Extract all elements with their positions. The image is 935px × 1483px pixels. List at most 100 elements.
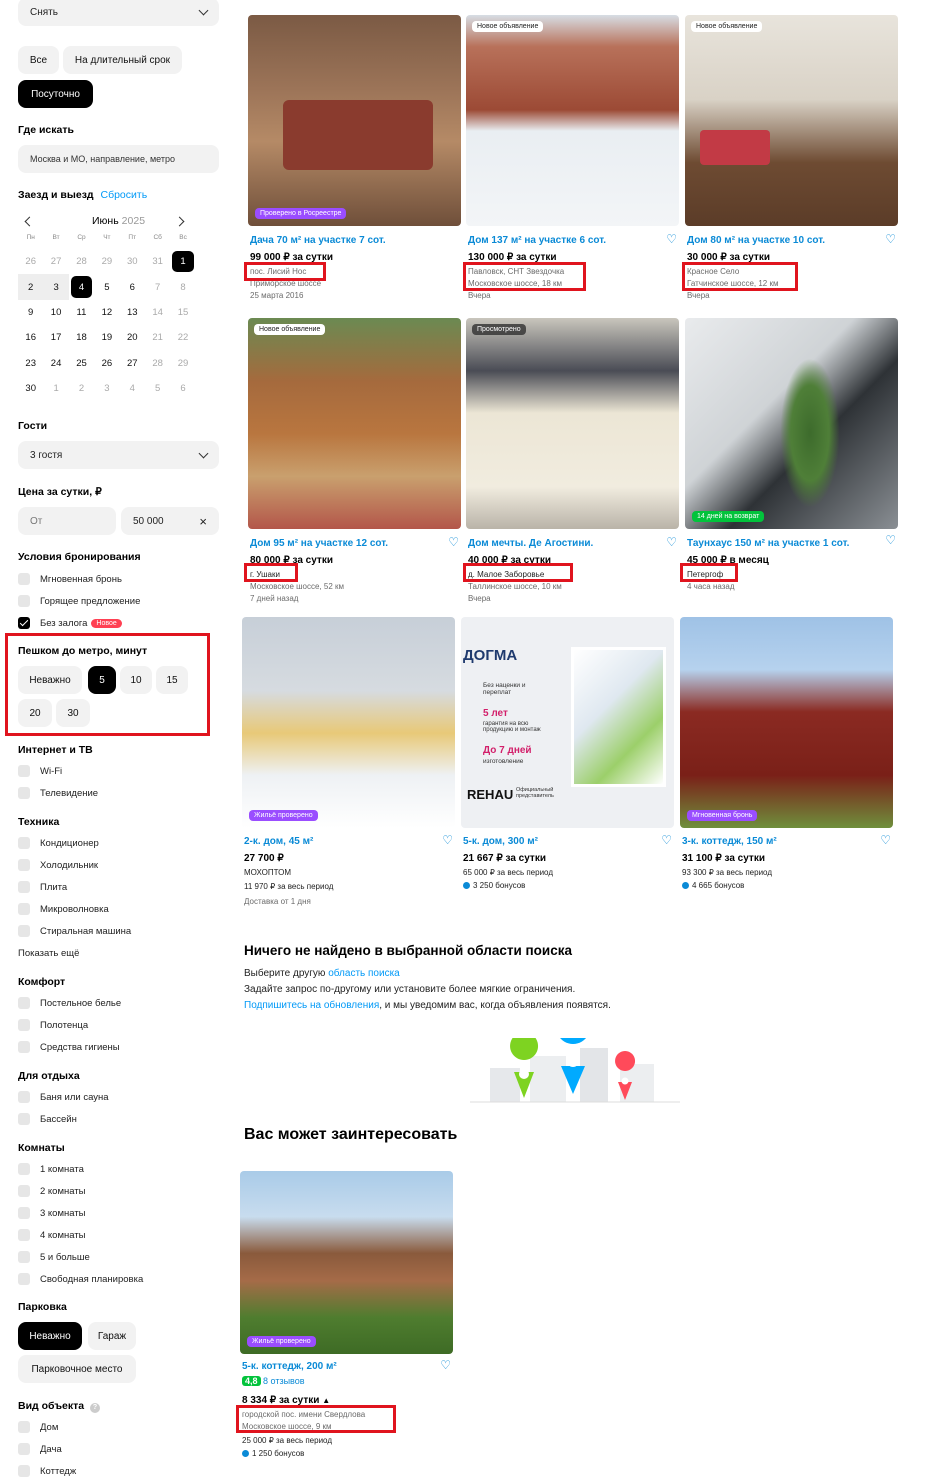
metro-option-30[interactable]: 30 xyxy=(56,699,90,727)
tech-checkbox[interactable]: Холодильник xyxy=(18,858,98,872)
search-area-link[interactable]: область поиска xyxy=(328,968,400,979)
object-checkbox[interactable]: Дом xyxy=(18,1420,58,1434)
calendar-day[interactable]: 13 xyxy=(120,300,145,325)
calendar-day[interactable]: 14 xyxy=(145,300,170,325)
calendar-day[interactable]: 31 xyxy=(145,249,170,274)
calendar-day[interactable]: 17 xyxy=(43,325,68,350)
calendar-day[interactable]: 30 xyxy=(120,249,145,274)
metro-option-20[interactable]: 20 xyxy=(18,699,52,727)
heart-icon[interactable]: ♡ xyxy=(666,535,677,549)
calendar-day[interactable]: 4 xyxy=(120,376,145,401)
booking-instant-checkbox[interactable]: Мгновенная бронь xyxy=(18,572,122,586)
checkbox[interactable] xyxy=(18,1091,30,1103)
calendar-day[interactable]: 3 xyxy=(43,274,69,300)
calendar-day[interactable]: 4 xyxy=(70,276,93,298)
booking-no-deposit-checkbox[interactable]: Без залога Новое xyxy=(18,616,122,630)
calendar-day[interactable]: 19 xyxy=(94,325,119,350)
rooms-checkbox[interactable]: 1 комната xyxy=(18,1162,84,1176)
listing-photo[interactable]: Мгновенная бронь xyxy=(680,617,893,828)
calendar-day[interactable]: 9 xyxy=(18,300,43,325)
calendar-day[interactable]: 22 xyxy=(170,325,195,350)
checkbox[interactable] xyxy=(18,787,30,799)
calendar-day[interactable]: 21 xyxy=(145,325,170,350)
checkbox[interactable] xyxy=(18,903,30,915)
metro-option-15[interactable]: 15 xyxy=(156,666,188,694)
calendar-day[interactable]: 27 xyxy=(120,351,145,376)
parking-garage-button[interactable]: Гараж xyxy=(88,1322,136,1350)
checkbox[interactable] xyxy=(18,573,30,585)
heart-icon[interactable]: ♡ xyxy=(442,833,453,847)
checkbox[interactable] xyxy=(18,765,30,777)
calendar-day[interactable]: 23 xyxy=(18,351,43,376)
subscribe-link[interactable]: Подпишитесь на обновления xyxy=(244,1000,379,1011)
rooms-checkbox[interactable]: 5 и больше xyxy=(18,1250,90,1264)
calendar-day[interactable]: 15 xyxy=(170,300,195,325)
listing-title[interactable]: 5-к. коттедж, 200 м² xyxy=(242,1361,337,1372)
checkbox[interactable] xyxy=(18,595,30,607)
object-checkbox[interactable]: Коттедж xyxy=(18,1464,76,1478)
checkbox[interactable] xyxy=(18,1113,30,1125)
deal-type-select[interactable]: Снять xyxy=(18,0,219,26)
calendar-day[interactable]: 28 xyxy=(145,351,170,376)
show-more-link[interactable]: Показать ещё xyxy=(18,946,79,960)
internet-wifi-checkbox[interactable]: Wi-Fi xyxy=(18,764,62,778)
calendar-day[interactable]: 8 xyxy=(170,274,195,299)
checkbox[interactable] xyxy=(18,997,30,1009)
checkbox[interactable] xyxy=(18,1443,30,1455)
listing-title[interactable]: Таунхаус 150 м² на участке 1 сот. xyxy=(687,538,849,549)
listing-card[interactable]: Жильё проверено ♡ 2-к. дом, 45 м² 27 700… xyxy=(242,617,455,912)
heart-icon[interactable]: ♡ xyxy=(880,833,891,847)
listing-title[interactable]: Дом 80 м² на участке 10 сот. xyxy=(687,235,825,246)
ad-banner[interactable]: ДОГМА Без наценки и переплат 5 лет гаран… xyxy=(461,617,674,828)
listing-card[interactable]: ДОГМА Без наценки и переплат 5 лет гаран… xyxy=(461,617,674,897)
booking-hot-checkbox[interactable]: Горящее предложение xyxy=(18,594,140,608)
checkbox[interactable] xyxy=(18,1207,30,1219)
checkbox[interactable] xyxy=(18,1019,30,1031)
calendar-day[interactable]: 6 xyxy=(170,376,195,401)
listing-card[interactable]: Мгновенная бронь ♡ 3-к. коттедж, 150 м² … xyxy=(680,617,893,897)
listing-title[interactable]: 2-к. дом, 45 м² xyxy=(244,836,313,847)
heart-icon[interactable]: ♡ xyxy=(440,1358,451,1372)
listing-photo[interactable]: Жильё проверено xyxy=(242,617,455,828)
calendar-day[interactable]: 2 xyxy=(69,376,94,401)
internet-tv-checkbox[interactable]: Телевидение xyxy=(18,786,98,800)
checkbox[interactable] xyxy=(18,925,30,937)
guests-select[interactable]: 3 гостя xyxy=(18,441,219,469)
calendar-day[interactable]: 24 xyxy=(43,351,68,376)
calendar-day[interactable]: 16 xyxy=(18,325,43,350)
checkbox[interactable] xyxy=(18,1251,30,1263)
listing-photo[interactable]: Жильё проверено xyxy=(240,1171,453,1354)
price-from-input[interactable]: От xyxy=(18,507,116,535)
listing-photo[interactable]: Новое объявление xyxy=(466,15,679,226)
listing-photo[interactable]: 14 дней на возврат xyxy=(685,318,898,529)
rest-checkbox[interactable]: Бассейн xyxy=(18,1112,77,1126)
dates-reset-link[interactable]: Сбросить xyxy=(101,189,148,201)
calendar-day[interactable]: 6 xyxy=(120,274,145,299)
calendar-day[interactable]: 2 xyxy=(18,274,44,300)
reviews-link[interactable]: 8 отзывов xyxy=(263,1376,305,1386)
tech-checkbox[interactable]: Плита xyxy=(18,880,67,894)
calendar-day[interactable]: 29 xyxy=(170,351,195,376)
calendar-day[interactable]: 5 xyxy=(94,274,119,299)
metro-option-5[interactable]: 5 xyxy=(88,666,116,694)
calendar-day[interactable]: 3 xyxy=(94,376,119,401)
calendar-day[interactable]: 1 xyxy=(43,376,68,401)
term-long-button[interactable]: На длительный срок xyxy=(63,46,182,74)
calendar-day[interactable]: 12 xyxy=(94,300,119,325)
heart-icon[interactable]: ♡ xyxy=(661,833,672,847)
checkbox[interactable] xyxy=(18,859,30,871)
listing-title[interactable]: Дом 137 м² на участке 6 сот. xyxy=(468,235,606,246)
listing-photo[interactable]: Новое объявление xyxy=(248,318,461,529)
calendar-day[interactable]: 1 xyxy=(172,251,194,273)
heart-icon[interactable]: ♡ xyxy=(885,232,896,246)
prev-month-icon[interactable] xyxy=(24,216,35,227)
tech-checkbox[interactable]: Стиральная машина xyxy=(18,924,131,938)
tech-checkbox[interactable]: Микроволновка xyxy=(18,902,109,916)
calendar-day[interactable]: 20 xyxy=(120,325,145,350)
checkbox[interactable] xyxy=(18,1421,30,1433)
price-to-input[interactable]: 50 000 × xyxy=(121,507,219,535)
object-checkbox[interactable]: Дача xyxy=(18,1442,62,1456)
listing-title[interactable]: 3-к. коттедж, 150 м² xyxy=(682,836,777,847)
checkbox[interactable] xyxy=(18,881,30,893)
comfort-checkbox[interactable]: Полотенца xyxy=(18,1018,88,1032)
